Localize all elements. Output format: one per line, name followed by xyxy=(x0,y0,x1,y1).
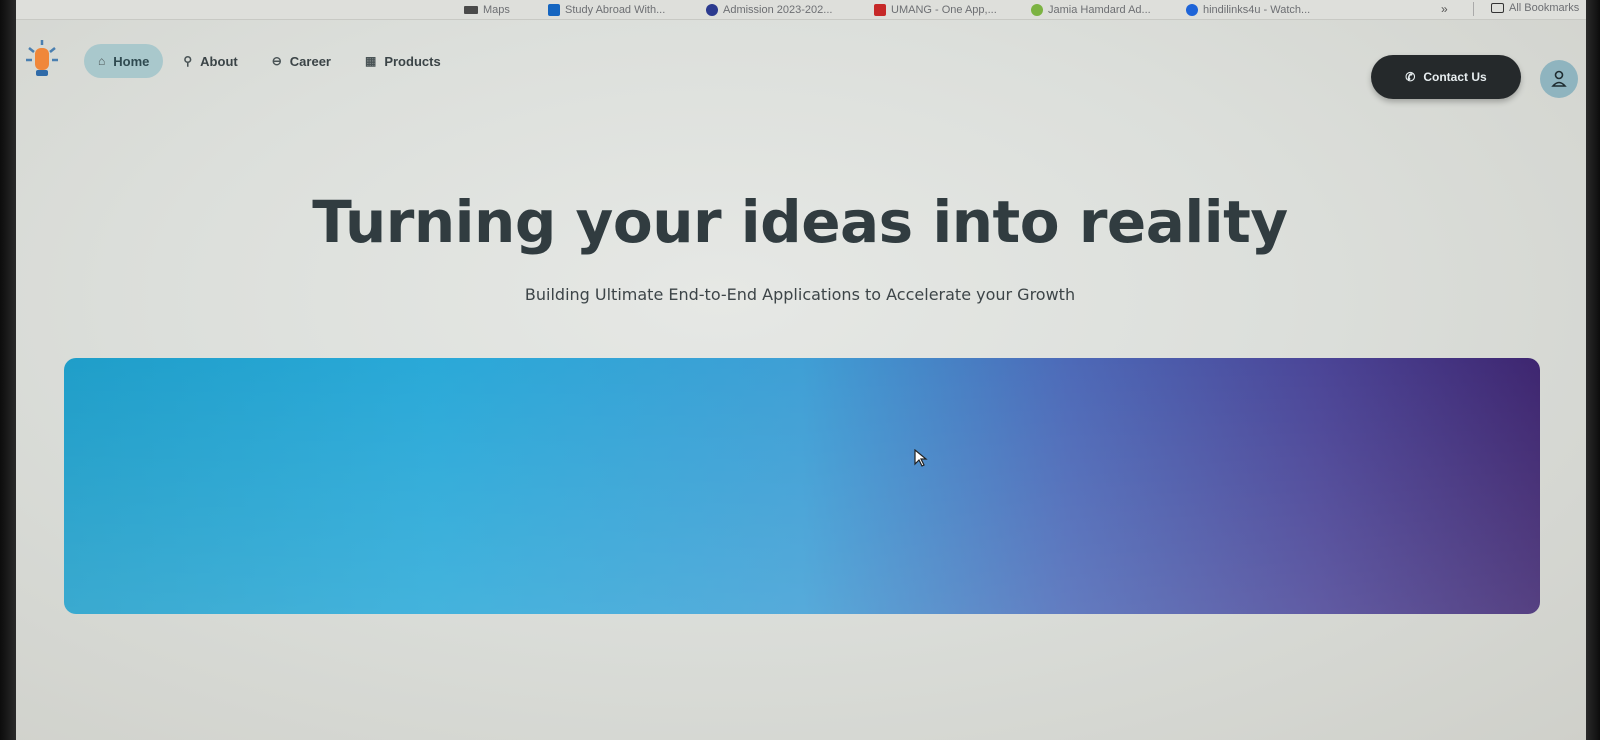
nav-career-label: Career xyxy=(289,53,331,69)
user-icon xyxy=(1551,70,1567,87)
bookmark-label: Maps xyxy=(483,4,510,16)
maps-icon xyxy=(464,6,478,14)
contact-us-label: Contact Us xyxy=(1423,70,1487,84)
bookmark-admission[interactable]: Admission 2023-202... xyxy=(706,3,832,17)
bookmark-label: UMANG - One App,... xyxy=(891,4,997,16)
bookmark-umang[interactable]: UMANG - One App,... xyxy=(874,3,997,17)
all-bookmarks-button[interactable]: All Bookmarks xyxy=(1491,2,1579,14)
study-abroad-icon xyxy=(548,4,560,16)
briefcase-icon: ⊖ xyxy=(271,54,282,68)
nav-about[interactable]: ⚲ About xyxy=(169,44,251,78)
hindilinks-icon xyxy=(1186,4,1198,16)
bookmark-hindilinks[interactable]: hindilinks4u - Watch... xyxy=(1186,3,1310,17)
bookmarks-bar: Maps Study Abroad With... Admission 2023… xyxy=(16,0,1586,20)
nav-products[interactable]: ▦ Products xyxy=(351,44,455,78)
nav-about-label: About xyxy=(200,53,238,69)
all-bookmarks-label: All Bookmarks xyxy=(1509,2,1580,14)
umang-icon xyxy=(874,4,886,16)
phone-icon: ✆ xyxy=(1405,70,1416,84)
contact-us-button[interactable]: ✆ Contact Us xyxy=(1371,55,1521,99)
bookmark-study-abroad[interactable]: Study Abroad With... xyxy=(548,3,665,17)
bookmarks-divider xyxy=(1473,2,1474,16)
mouse-cursor-icon xyxy=(914,448,928,472)
user-account-button[interactable] xyxy=(1540,60,1578,98)
browser-viewport: Maps Study Abroad With... Admission 2023… xyxy=(0,0,1600,740)
main-nav: ⌂ Home ⚲ About ⊖ Career ▦ Products xyxy=(84,44,461,78)
nav-home[interactable]: ⌂ Home xyxy=(84,44,164,78)
nav-products-label: Products xyxy=(384,53,441,69)
grid-icon: ▦ xyxy=(364,54,377,68)
screen-bezel-left xyxy=(0,0,16,740)
nav-home-label: Home xyxy=(113,53,150,69)
hero-subtitle: Building Ultimate End-to-End Application… xyxy=(524,285,1076,304)
more-bookmarks-button[interactable]: » xyxy=(1441,2,1448,16)
site-logo[interactable] xyxy=(24,40,60,80)
admission-icon xyxy=(706,4,718,16)
hero-title: Turning your ideas into reality xyxy=(312,188,1288,256)
bookmark-label: Admission 2023-202... xyxy=(723,4,833,16)
screen-bezel-right xyxy=(1586,0,1600,740)
bookmark-label: Study Abroad With... xyxy=(565,4,666,16)
bookmark-jamia-hamdard[interactable]: Jamia Hamdard Ad... xyxy=(1031,3,1151,17)
folder-icon xyxy=(1491,3,1504,13)
jamia-hamdard-icon xyxy=(1031,4,1043,16)
hero-gradient-banner xyxy=(64,358,1540,614)
bookmark-label: Jamia Hamdard Ad... xyxy=(1048,4,1151,16)
pin-icon: ⚲ xyxy=(183,54,193,68)
nav-career[interactable]: ⊖ Career xyxy=(258,44,345,78)
bookmark-maps[interactable]: Maps xyxy=(464,3,510,17)
bookmark-label: hindilinks4u - Watch... xyxy=(1203,4,1311,16)
lightbulb-logo-icon xyxy=(26,40,58,76)
home-icon: ⌂ xyxy=(98,54,106,68)
